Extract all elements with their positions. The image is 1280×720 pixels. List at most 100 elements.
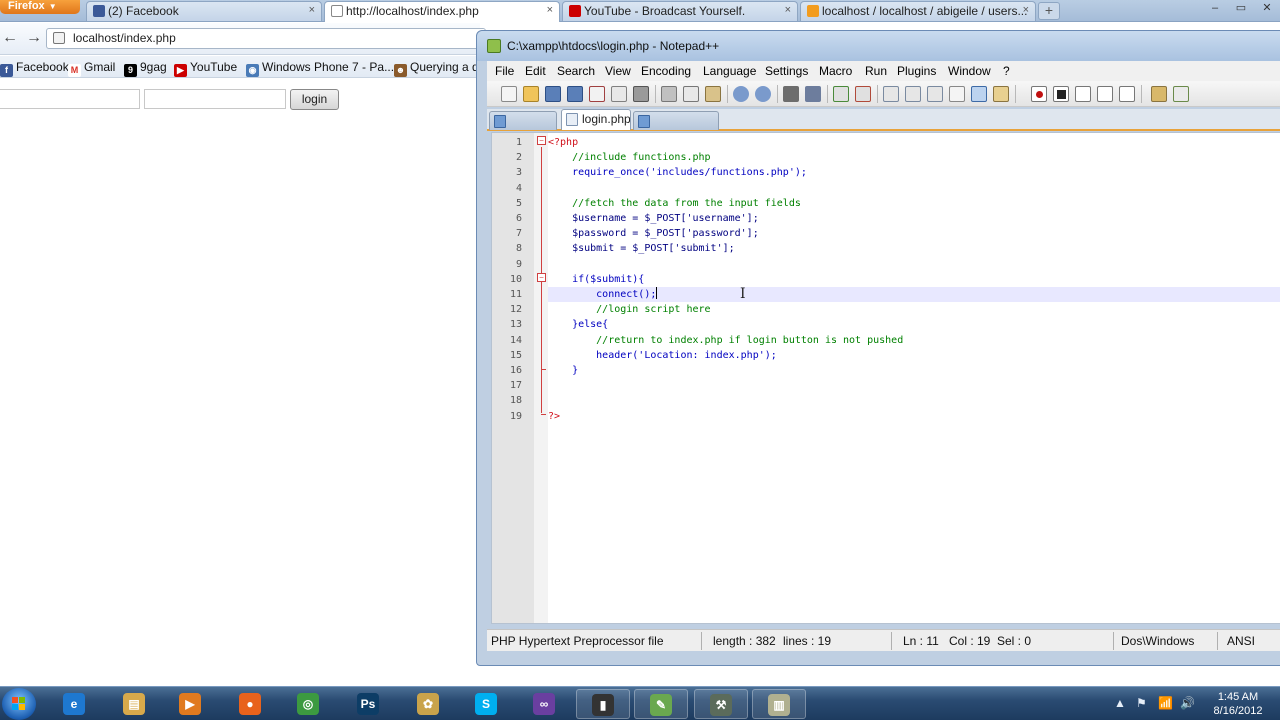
username-input[interactable] [0, 89, 140, 109]
browser-tab-localhost[interactable]: http://localhost/index.php × [324, 1, 560, 22]
replace-icon[interactable] [805, 86, 821, 102]
spellcheck-icon[interactable] [1173, 86, 1189, 102]
taskbar-button[interactable]: ◎ [282, 689, 336, 719]
undo-icon[interactable] [733, 86, 749, 102]
code-line[interactable]: connect(); [548, 287, 1280, 303]
sync-vertical-icon[interactable] [883, 86, 899, 102]
action-center-flag-icon[interactable]: ⚑ [1136, 696, 1147, 710]
taskbar-button[interactable]: ∞ [518, 689, 572, 719]
close-icon[interactable]: × [309, 4, 315, 16]
back-arrow-icon[interactable]: ← [2, 29, 18, 47]
password-input[interactable] [144, 89, 286, 109]
menu-window[interactable]: Window [948, 64, 991, 78]
code-text-area[interactable]: <?php //include functions.php require_on… [548, 133, 1280, 623]
close-icon[interactable]: × [547, 4, 553, 16]
close-window-icon[interactable]: ✕ [1254, 1, 1280, 18]
show-all-chars-icon[interactable] [949, 86, 965, 102]
code-line[interactable]: if($submit){ [548, 272, 1280, 287]
taskbar-button[interactable]: ▤ [108, 689, 162, 719]
bookmark-gmail[interactable]: M Gmail [68, 60, 115, 77]
doc-map-icon[interactable] [993, 86, 1009, 102]
save-icon[interactable] [545, 86, 561, 102]
taskbar-button[interactable]: S [460, 689, 514, 719]
forward-arrow-icon[interactable]: → [26, 29, 42, 47]
code-line[interactable] [548, 181, 1280, 196]
open-file-icon[interactable] [523, 86, 539, 102]
taskbar-button[interactable]: ▮ [576, 689, 630, 719]
redo-icon[interactable] [755, 86, 771, 102]
new-file-icon[interactable] [501, 86, 517, 102]
menu-settings[interactable]: Settings [765, 64, 808, 78]
bookmark-youtube[interactable]: ▶ YouTube [174, 60, 237, 77]
menu-plugins[interactable]: Plugins [897, 64, 936, 78]
close-icon[interactable]: × [785, 4, 791, 16]
taskbar-button[interactable]: ▥ [752, 689, 806, 719]
save-macro-icon[interactable] [1119, 86, 1135, 102]
indent-guide-icon[interactable] [971, 86, 987, 102]
bookmark-facebook[interactable]: f Facebook [0, 60, 69, 77]
code-line[interactable]: } [548, 363, 1280, 378]
menu-encoding[interactable]: Encoding [641, 64, 691, 78]
taskbar-button[interactable]: ✎ [634, 689, 688, 719]
close-icon[interactable]: × [1023, 4, 1029, 16]
code-line[interactable]: $username = $_POST['username']; [548, 211, 1280, 226]
menu-macro[interactable]: Macro [819, 64, 852, 78]
find-icon[interactable] [783, 86, 799, 102]
folder-as-workspace-icon[interactable] [1151, 86, 1167, 102]
print-icon[interactable] [633, 86, 649, 102]
maximize-icon[interactable]: ▭ [1228, 1, 1254, 18]
notepadpp-title-bar[interactable]: C:\xampp\htdocs\login.php - Notepad++ [477, 31, 1280, 61]
paste-icon[interactable] [705, 86, 721, 102]
sync-horizontal-icon[interactable] [905, 86, 921, 102]
code-line[interactable]: $submit = $_POST['submit']; [548, 241, 1280, 256]
doc-tab-login-php[interactable]: login.php [561, 109, 631, 130]
code-line[interactable]: $password = $_POST['password']; [548, 226, 1280, 241]
close-file-icon[interactable] [589, 86, 605, 102]
close-all-icon[interactable] [611, 86, 627, 102]
code-line[interactable] [548, 393, 1280, 408]
code-line[interactable] [548, 257, 1280, 272]
doc-tab[interactable] [633, 111, 719, 130]
save-all-icon[interactable] [567, 86, 583, 102]
menu-language[interactable]: Language [703, 64, 756, 78]
login-button[interactable]: login [290, 89, 339, 110]
clock[interactable]: 1:45 AM 8/16/2012 [1208, 690, 1268, 718]
fold-collapse-icon[interactable]: − [537, 136, 546, 145]
menu-view[interactable]: View [605, 64, 631, 78]
taskbar-button[interactable]: ✿ [402, 689, 456, 719]
record-macro-icon[interactable] [1031, 86, 1047, 102]
code-line[interactable]: //login script here [548, 302, 1280, 317]
code-line[interactable]: //include functions.php [548, 150, 1280, 165]
volume-icon[interactable]: 🔊 [1180, 696, 1195, 710]
browser-tab-facebook[interactable]: (2) Facebook × [86, 1, 322, 21]
code-editor[interactable]: 1 2 3 4 5 6 7 8 9 10 11 12 13 14 15 16 17 18 19 − − <?php … [491, 132, 1280, 624]
taskbar-button[interactable]: e [48, 689, 102, 719]
doc-tab[interactable] [489, 111, 557, 130]
taskbar-button[interactable]: Ps [342, 689, 396, 719]
taskbar-button[interactable]: ⚒ [694, 689, 748, 719]
code-line[interactable]: <?php [548, 135, 1280, 150]
code-line[interactable]: //return to index.php if login button is… [548, 333, 1280, 348]
bookmark-windows-phone[interactable]: ◉ Windows Phone 7 - Pa... [246, 60, 394, 77]
play-macro-icon[interactable] [1075, 86, 1091, 102]
show-hidden-icons-icon[interactable]: ▲ [1114, 696, 1126, 710]
copy-icon[interactable] [683, 86, 699, 102]
menu-edit[interactable]: Edit [525, 64, 546, 78]
minimize-icon[interactable]: – [1202, 2, 1228, 19]
menu-help[interactable]: ? [1003, 64, 1010, 78]
code-line[interactable]: ?> [548, 409, 1280, 424]
taskbar-button[interactable]: ● [224, 689, 278, 719]
browser-tab-youtube[interactable]: YouTube - Broadcast Yourself. × [562, 1, 798, 21]
new-tab-button[interactable]: + [1038, 2, 1060, 20]
start-button[interactable] [2, 688, 36, 720]
menu-file[interactable]: File [495, 64, 514, 78]
code-line[interactable]: header('Location: index.php'); [548, 348, 1280, 363]
cut-icon[interactable] [661, 86, 677, 102]
network-icon[interactable]: 📶 [1158, 696, 1173, 710]
code-line[interactable]: //fetch the data from the input fields [548, 196, 1280, 211]
menu-run[interactable]: Run [865, 64, 887, 78]
url-bar[interactable]: localhost/index.php [46, 28, 486, 49]
code-line[interactable]: require_once('includes/functions.php'); [548, 165, 1280, 180]
code-line[interactable] [548, 378, 1280, 393]
zoom-in-icon[interactable] [833, 86, 849, 102]
